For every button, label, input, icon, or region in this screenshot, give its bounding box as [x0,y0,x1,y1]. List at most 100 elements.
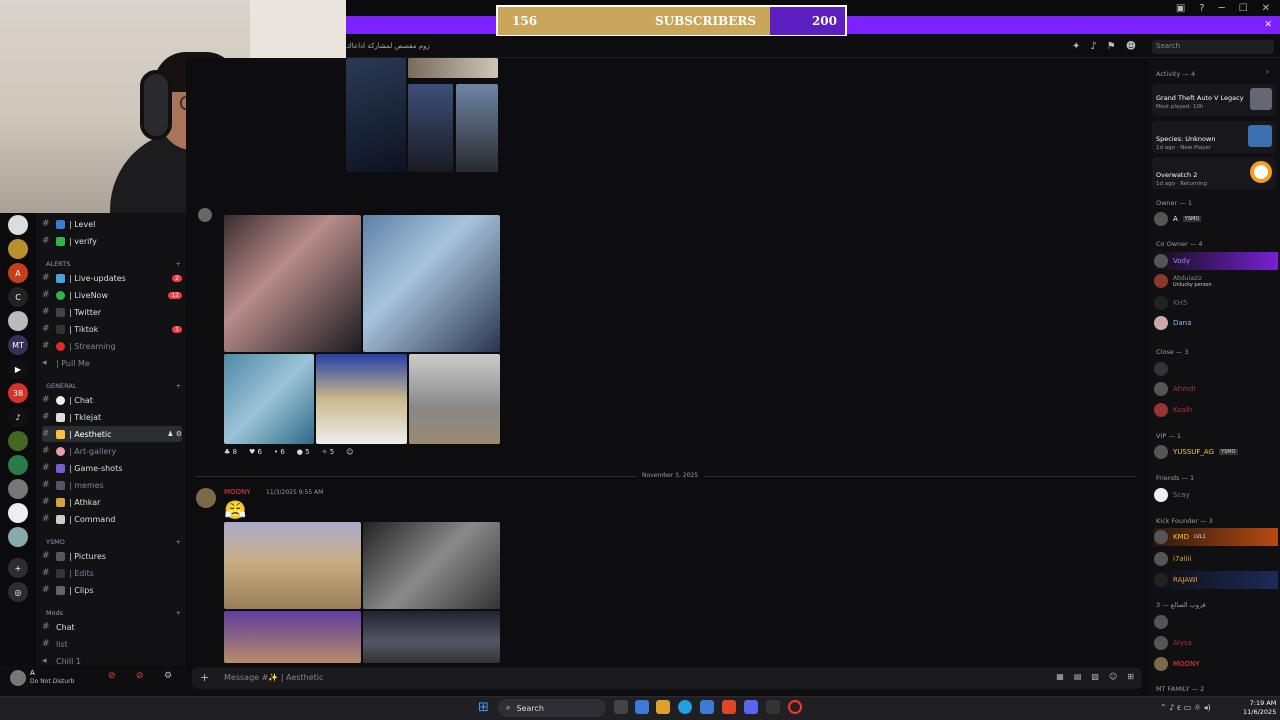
gear-icon[interactable]: ⚙ [164,671,172,681]
bell-icon[interactable]: ♪ [1090,41,1096,52]
message-author[interactable]: MOONY [224,488,251,496]
server-icon[interactable]: ▶ [8,359,28,379]
channel-live-updates[interactable]: # | Live-updates 2 [42,270,182,286]
member[interactable]: Ahmdr [1154,380,1278,398]
channel-level[interactable]: # | Level [42,216,182,232]
app-icon[interactable] [766,700,780,714]
deafen-icon[interactable]: ⊘ [136,671,144,681]
discord-icon[interactable] [744,700,758,714]
attachment-image[interactable] [409,354,500,444]
activity-card[interactable]: Species: Unknown 1d ago · New Player [1152,121,1276,153]
system-tray[interactable]: ⌃ ♪ ε ▭ ☼ ◂) [1160,703,1211,712]
member[interactable]: YUSSUF_AG YSMO [1154,443,1278,461]
attachment-image[interactable] [408,58,498,78]
discover-icon[interactable]: ◎ [8,582,28,602]
channel-mods-chat[interactable]: # Chat [42,619,182,635]
gift-icon[interactable]: ▦ [1056,672,1064,681]
channel-twitter[interactable]: # | Twitter [42,304,182,320]
edge-icon[interactable] [678,700,692,714]
minimize-button[interactable]: ─ [1219,3,1225,14]
server-icon[interactable] [8,311,28,331]
chevron-right-icon[interactable]: › [1266,68,1269,76]
channel-memes[interactable]: # | memes [42,477,182,493]
windows-start-icon[interactable]: ⊞ [478,700,489,715]
channel-tiktok[interactable]: # | Tiktok 1 [42,321,182,337]
member[interactable]: i7aliii [1154,550,1278,568]
attachment-image[interactable] [363,611,500,663]
member[interactable]: MOONY [1154,655,1278,673]
channel-streaming[interactable]: # | Streaming [42,338,182,354]
add-server-icon[interactable]: + [8,558,28,578]
attachment-image[interactable] [316,354,407,444]
member[interactable]: Dana [1154,314,1278,332]
attachment-image[interactable] [224,522,361,609]
channel-art-gallery[interactable]: # | Art-gallery [42,443,182,459]
category-alerts[interactable]: ALERTS + [46,260,181,268]
clock[interactable]: 7:19 AM 11/6/2025 [1243,699,1276,717]
channel-tklejat[interactable]: # | Tklejat [42,409,182,425]
close-button[interactable]: ✕ [1262,3,1270,14]
members-icon[interactable]: ☻ [1126,41,1136,52]
server-icon[interactable] [8,479,28,499]
member[interactable]: Vody [1154,252,1278,270]
member[interactable]: Koalh [1154,401,1278,419]
mute-icon[interactable]: ⊘ [108,671,116,681]
inbox-icon[interactable]: ▣ [1176,3,1185,14]
server-icon[interactable]: MT [8,335,28,355]
attachment-image[interactable] [363,215,500,352]
apps-icon[interactable]: ⊞ [1127,672,1134,681]
category-general[interactable]: GENERAL + [46,382,181,390]
member[interactable]: Alysa [1154,634,1278,652]
avatar[interactable] [196,488,216,508]
server-icon[interactable] [8,455,28,475]
message-input[interactable]: Message #✨ | Aesthetic [224,673,323,682]
reaction[interactable]: • 6 [274,448,285,456]
server-icon[interactable]: 38 [8,383,28,403]
member[interactable]: RAJAWI [1154,571,1278,589]
channel-pull-me[interactable]: ◂ | Pull Me [42,355,182,371]
server-icon[interactable]: A [8,263,28,283]
pin-icon[interactable]: ⚑ [1107,41,1116,52]
attachment-image[interactable] [363,522,500,609]
channel-athkar[interactable]: # | Athkar [42,494,182,510]
member[interactable]: A YSMO [1154,210,1278,228]
add-reaction-icon[interactable]: ☺ [346,448,353,456]
attachment-image[interactable] [224,611,361,663]
attachment-image[interactable] [224,215,361,352]
channel-game-shots[interactable]: # | Game-shots [42,460,182,476]
add-attachment-icon[interactable]: + [200,671,209,684]
server-icon[interactable] [8,431,28,451]
channel-livenow[interactable]: # | LiveNow 12 [42,287,182,303]
member[interactable]: KMD LVL1 [1154,528,1278,546]
close-icon[interactable]: ✕ [1264,20,1272,30]
avatar[interactable] [10,670,26,686]
help-icon[interactable]: ? [1199,3,1204,14]
channel-pictures[interactable]: # | Pictures [42,548,182,564]
gif-icon[interactable]: ▤ [1074,672,1082,681]
member[interactable]: Scay [1154,486,1278,504]
server-icon[interactable]: C [8,287,28,307]
channel-list[interactable]: # list [42,636,182,652]
channel-aesthetic[interactable]: # | Aesthetic ♟ ⚙ [42,426,182,442]
sticker-icon[interactable]: ▧ [1091,672,1099,681]
member[interactable] [1154,360,1278,378]
server-icon[interactable]: ♪ [8,407,28,427]
member[interactable] [1154,613,1278,631]
member[interactable]: Abdulaziz Unlucky person [1154,272,1278,290]
category-ysmo[interactable]: YSMO + [46,538,181,546]
server-icon[interactable] [8,527,28,547]
channel-edits[interactable]: # | Edits [42,565,182,581]
message-composer[interactable]: + Message #✨ | Aesthetic ▦ ▤ ▧ ☺ ⊞ [192,667,1142,689]
reaction[interactable]: ♣ 8 [224,448,237,456]
task-view-icon[interactable] [614,700,628,714]
reaction[interactable]: ✧ 5 [322,448,335,456]
obs-icon[interactable] [788,700,802,714]
attachment-image[interactable] [346,58,406,172]
attachment-image[interactable] [456,84,498,172]
server-icon[interactable] [8,239,28,259]
search-input[interactable]: Search [1152,40,1274,54]
channel-clips[interactable]: # | Clips [42,582,182,598]
member[interactable]: KH5 [1154,294,1278,312]
activity-card[interactable]: Grand Theft Auto V Legacy Most played: 1… [1152,84,1276,116]
maximize-button[interactable]: ☐ [1239,3,1248,14]
